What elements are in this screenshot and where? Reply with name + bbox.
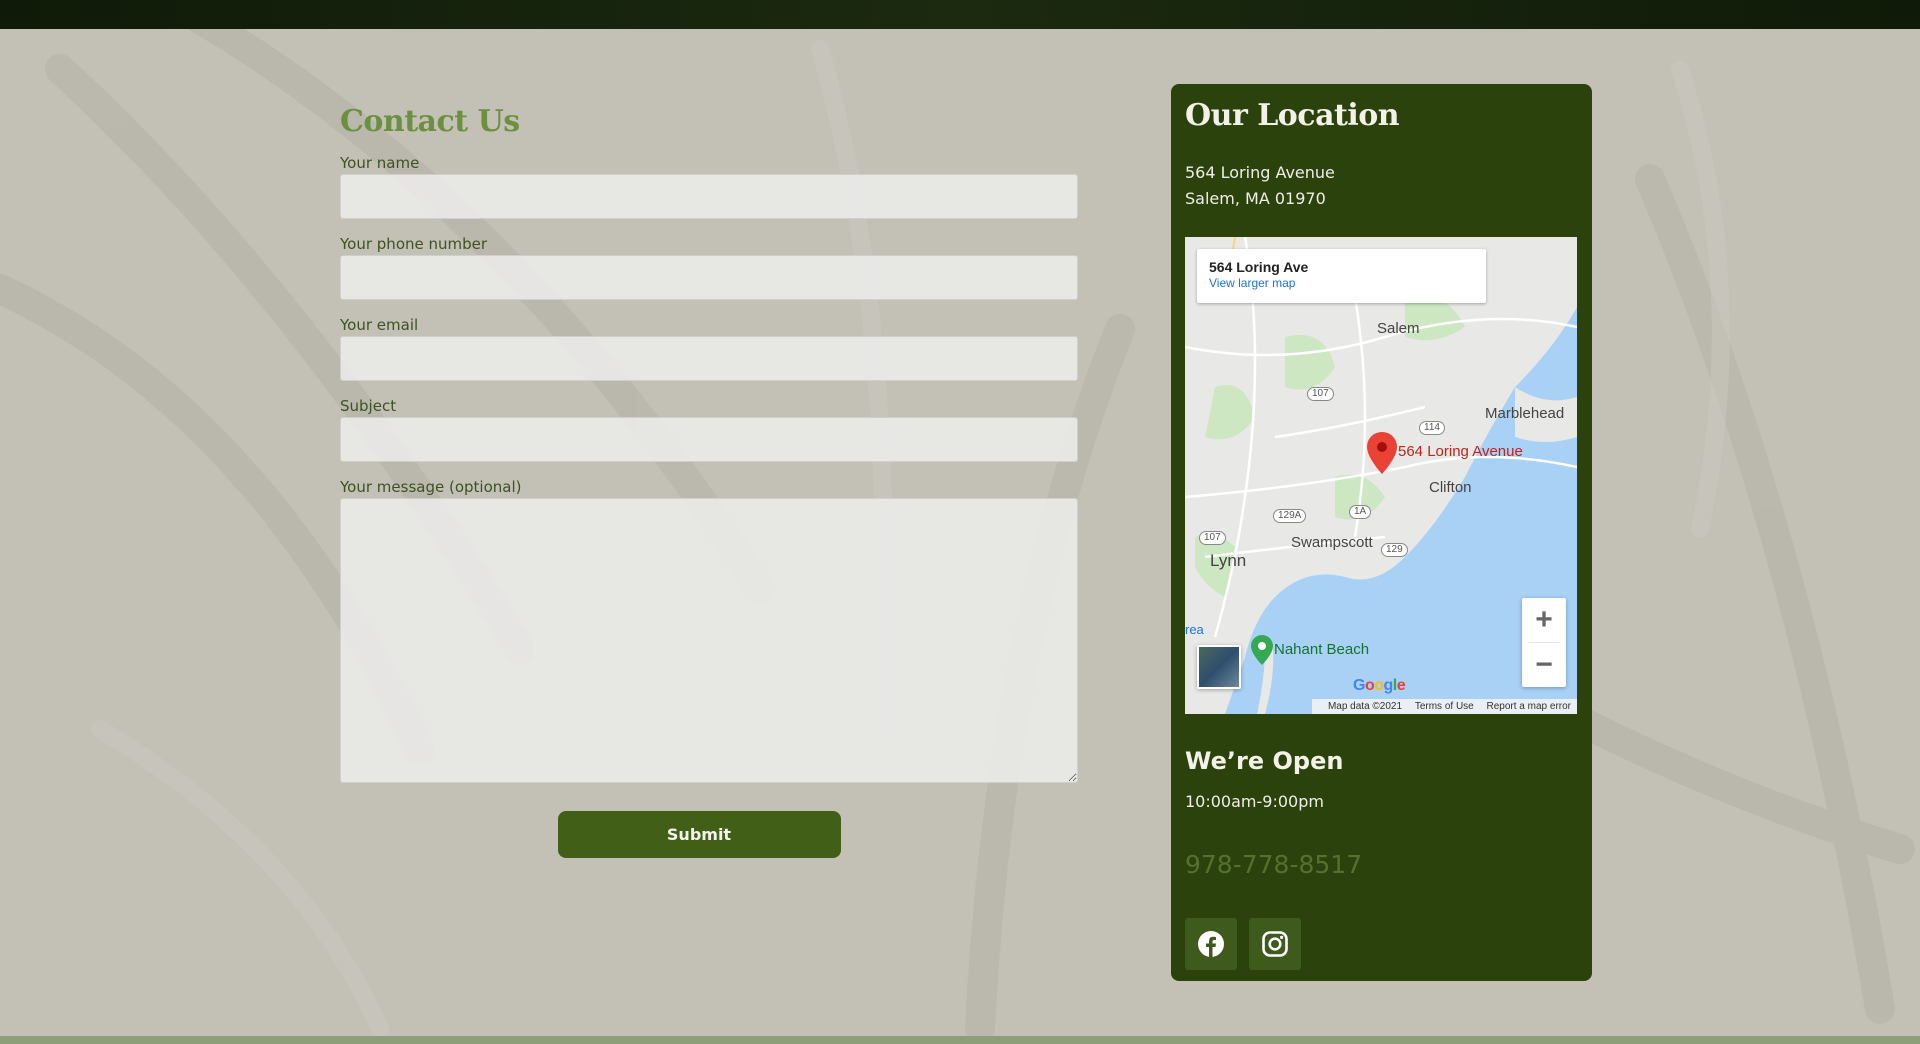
google-logo: Google — [1353, 677, 1406, 694]
route-1a-badge: 1A — [1349, 505, 1372, 519]
map-label-swampscott: Swampscott — [1291, 534, 1373, 551]
facebook-button[interactable] — [1185, 918, 1237, 970]
satellite-toggle-button[interactable] — [1197, 645, 1241, 689]
phone-field-group: Your phone number — [340, 235, 1078, 300]
email-label: Your email — [340, 316, 419, 334]
map-label-area-fragment: rea — [1185, 622, 1204, 637]
map-pin-icon[interactable] — [1367, 432, 1397, 474]
beach-marker-icon — [1251, 635, 1273, 665]
route-129-badge: 129 — [1381, 543, 1408, 557]
zoom-in-button[interactable]: + — [1522, 598, 1566, 642]
zoom-out-button[interactable]: − — [1522, 643, 1566, 687]
phone-number[interactable]: 978-778-8517 — [1185, 848, 1578, 882]
submit-button[interactable]: Submit — [557, 811, 841, 858]
map-label-salem: Salem — [1377, 320, 1420, 337]
open-title: We’re Open — [1185, 747, 1344, 775]
message-field-group: Your message (optional) — [340, 478, 1078, 783]
map-info-window: 564 Loring Ave View larger map — [1197, 249, 1486, 303]
map-label-clifton: Clifton — [1429, 479, 1472, 496]
subject-label: Subject — [340, 397, 397, 415]
contact-form: Contact Us Your name Your phone number Y… — [340, 100, 1078, 858]
location-card: Our Location 564 Loring Avenue Salem, MA… — [1171, 84, 1592, 981]
message-label: Your message (optional) — [340, 478, 522, 496]
map-label-lynn: Lynn — [1210, 551, 1247, 570]
map-data-credit: Map data ©2021 — [1327, 701, 1403, 712]
phone-input[interactable] — [340, 255, 1078, 300]
route-107b-badge: 107 — [1199, 531, 1226, 545]
report-map-error-link[interactable]: Report a map error — [1487, 701, 1571, 712]
submit-wrap: Submit — [340, 811, 1078, 858]
email-input[interactable] — [340, 336, 1078, 381]
subject-input[interactable] — [340, 417, 1078, 462]
name-input[interactable] — [340, 174, 1078, 219]
opening-hours: 10:00am-9:00pm — [1185, 792, 1324, 811]
map-zoom-control: + − — [1522, 598, 1566, 687]
name-label: Your name — [340, 154, 420, 172]
address: 564 Loring Avenue Salem, MA 01970 — [1185, 160, 1578, 212]
google-map[interactable]: 564 Loring Ave View larger map Salem Mar… — [1185, 237, 1577, 714]
instagram-icon — [1262, 931, 1288, 957]
footer-bar — [0, 1036, 1920, 1044]
phone-label: Your phone number — [340, 235, 488, 253]
map-land-shapes — [1185, 237, 1577, 714]
address-line-2: Salem, MA 01970 — [1185, 189, 1326, 208]
subject-field-group: Subject — [340, 397, 1078, 462]
top-nav-bar — [0, 0, 1920, 29]
route-107-badge: 107 — [1307, 387, 1334, 401]
instagram-button[interactable] — [1249, 918, 1301, 970]
message-textarea[interactable] — [340, 498, 1078, 783]
name-field-group: Your name — [340, 154, 1078, 219]
map-info-title: 564 Loring Ave — [1209, 259, 1309, 275]
map-label-nahant-beach: Nahant Beach — [1274, 641, 1370, 658]
facebook-icon — [1198, 931, 1224, 957]
address-line-1: 564 Loring Avenue — [1185, 163, 1335, 182]
route-114-badge: 114 — [1419, 421, 1445, 435]
location-title: Our Location — [1185, 98, 1400, 133]
contact-title: Contact Us — [340, 104, 520, 139]
route-129a-badge: 129A — [1273, 509, 1307, 523]
map-label-marblehead: Marblehead — [1485, 405, 1565, 422]
view-larger-map-link[interactable]: View larger map — [1209, 276, 1474, 290]
map-pin-label: 564 Loring Avenue — [1398, 443, 1523, 460]
social-links — [1185, 918, 1578, 970]
email-field-group: Your email — [340, 316, 1078, 381]
terms-of-use-link[interactable]: Terms of Use — [1415, 701, 1474, 712]
map-footer: Map data ©2021 Terms of Use Report a map… — [1311, 699, 1577, 714]
